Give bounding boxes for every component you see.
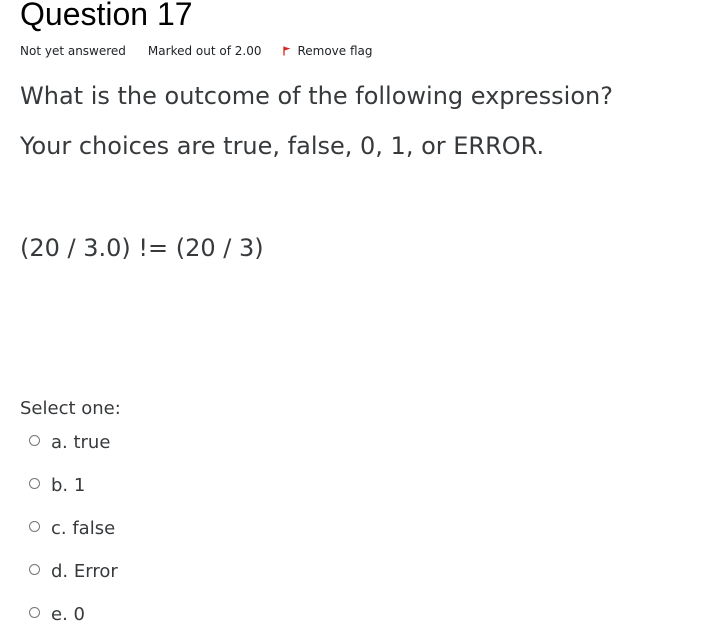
answer-option-e[interactable]: e. 0: [29, 600, 85, 630]
answer-label[interactable]: b. 1: [51, 474, 85, 498]
question-text-line-1: What is the outcome of the following exp…: [20, 82, 613, 110]
answer-option-c[interactable]: c. false: [29, 514, 115, 544]
question-grade: Marked out of 2.00: [147, 44, 262, 58]
answer-label[interactable]: a. true: [51, 431, 110, 455]
answer-option-b[interactable]: b. 1: [29, 471, 85, 501]
remove-flag-label[interactable]: Remove flag: [297, 43, 372, 59]
answer-option-a[interactable]: a. true: [29, 428, 110, 458]
answer-label[interactable]: d. Error: [51, 560, 118, 584]
radio-button[interactable]: [29, 477, 40, 489]
question-state: Not yet answered: [20, 44, 126, 58]
remove-flag-link[interactable]: Remove flag: [283, 43, 373, 59]
radio-button[interactable]: [29, 434, 40, 446]
answer-label[interactable]: c. false: [51, 517, 115, 541]
radio-button[interactable]: [29, 606, 40, 618]
answer-label[interactable]: e. 0: [51, 603, 85, 627]
question-expression: (20 / 3.0) != (20 / 3): [20, 234, 264, 262]
question-title: Question 17: [20, 0, 193, 32]
question-text-line-2: Your choices are true, false, 0, 1, or E…: [20, 132, 545, 160]
radio-button[interactable]: [29, 563, 40, 575]
select-one-prompt: Select one:: [20, 398, 121, 419]
question-info: Not yet answered Marked out of 2.00 Remo…: [20, 43, 373, 59]
flag-icon: [283, 46, 291, 56]
answer-option-d[interactable]: d. Error: [29, 557, 118, 587]
radio-button[interactable]: [29, 520, 40, 532]
